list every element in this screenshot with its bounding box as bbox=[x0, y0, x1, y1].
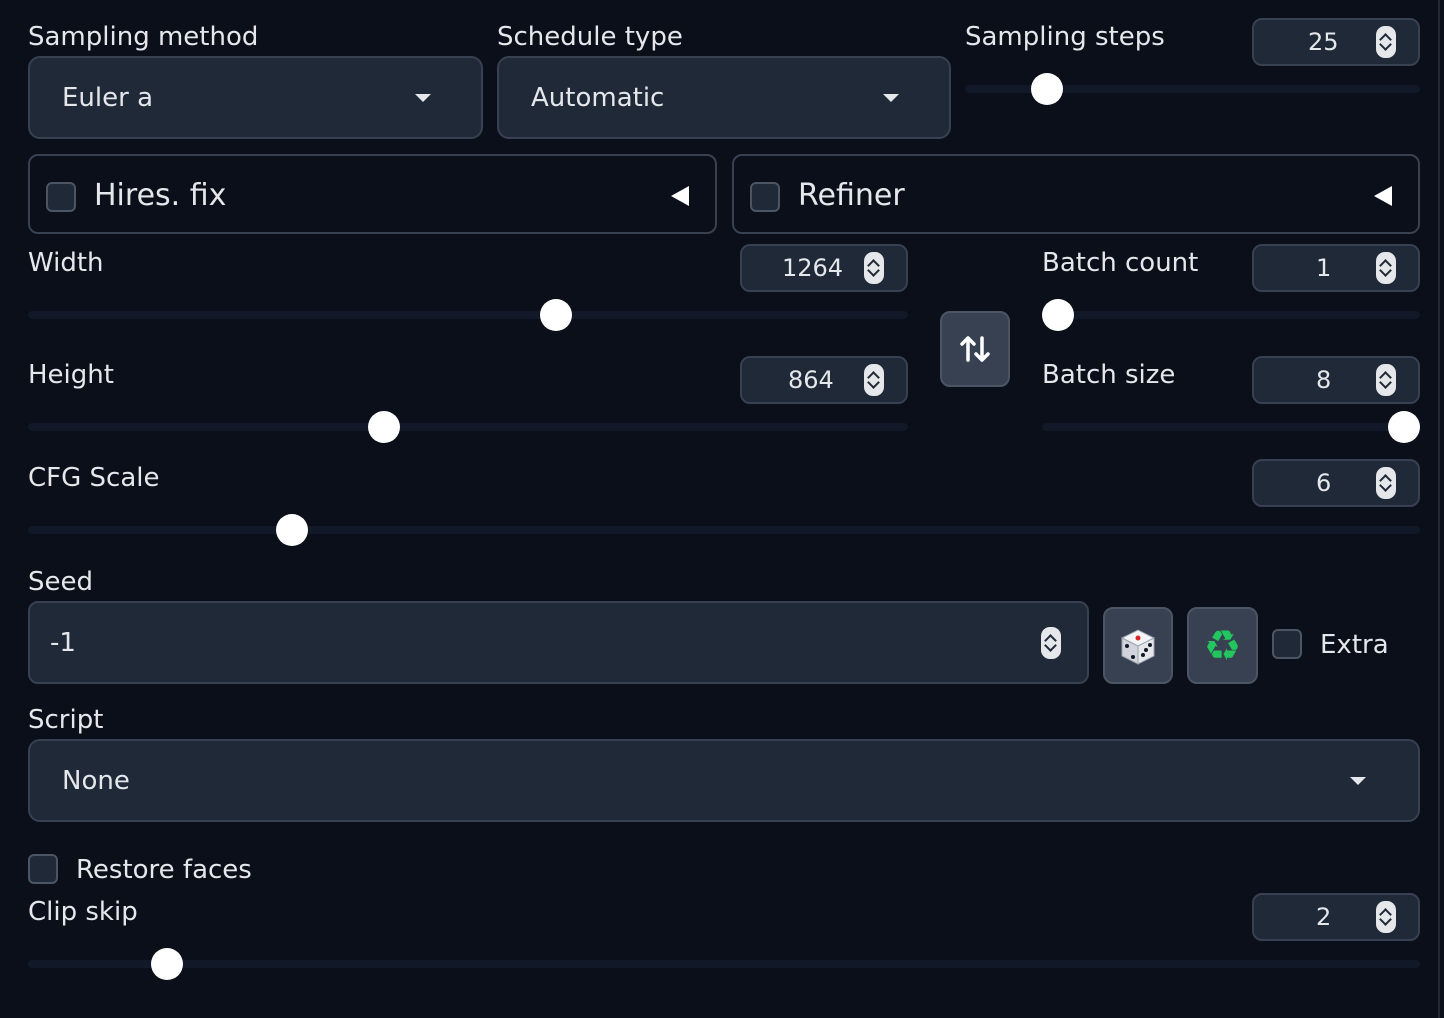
cfg-scale-label: CFG Scale bbox=[28, 463, 160, 493]
refiner-accordion[interactable]: Refiner bbox=[732, 154, 1420, 234]
schedule-type-label: Schedule type bbox=[497, 22, 683, 52]
clip-skip-slider[interactable] bbox=[28, 948, 1420, 980]
width-slider[interactable] bbox=[28, 299, 908, 331]
sampling-steps-input[interactable]: 25 bbox=[1252, 18, 1420, 66]
sampling-steps-slider[interactable] bbox=[965, 73, 1420, 105]
batch-count-slider[interactable] bbox=[1042, 299, 1420, 331]
cfg-scale-slider[interactable] bbox=[28, 514, 1420, 546]
clip-skip-label: Clip skip bbox=[28, 897, 138, 927]
slider-thumb[interactable] bbox=[368, 411, 401, 443]
spinner-icon[interactable] bbox=[1376, 467, 1396, 499]
slider-thumb[interactable] bbox=[540, 299, 572, 331]
batch-count-value: 1 bbox=[1316, 254, 1332, 282]
recycle-icon: ♻ bbox=[1203, 620, 1242, 670]
batch-size-input[interactable]: 8 bbox=[1252, 356, 1420, 404]
width-value: 1264 bbox=[782, 254, 844, 282]
caret-down-icon bbox=[883, 93, 899, 102]
swap-arrows-icon bbox=[960, 336, 990, 362]
caret-down-icon bbox=[1350, 776, 1366, 785]
extra-checkbox[interactable] bbox=[1272, 629, 1302, 659]
batch-count-input[interactable]: 1 bbox=[1252, 244, 1420, 292]
spinner-icon[interactable] bbox=[864, 252, 884, 284]
schedule-type-dropdown[interactable]: Automatic bbox=[497, 56, 951, 139]
sampling-method-value: Euler a bbox=[62, 82, 154, 113]
spinner-icon[interactable] bbox=[1041, 626, 1061, 659]
collapse-triangle-icon[interactable] bbox=[671, 186, 689, 206]
spinner-icon[interactable] bbox=[1376, 901, 1396, 933]
cfg-scale-value: 6 bbox=[1316, 469, 1332, 497]
width-label: Width bbox=[28, 248, 104, 278]
spinner-icon[interactable] bbox=[1376, 252, 1396, 284]
height-slider[interactable] bbox=[28, 411, 908, 443]
script-value: None bbox=[62, 765, 130, 796]
cfg-scale-input[interactable]: 6 bbox=[1252, 459, 1420, 507]
slider-thumb[interactable] bbox=[276, 514, 309, 546]
hires-fix-checkbox[interactable] bbox=[46, 182, 76, 212]
batch-size-label: Batch size bbox=[1042, 360, 1176, 390]
sampling-steps-label: Sampling steps bbox=[965, 22, 1165, 52]
hires-fix-label: Hires. fix bbox=[94, 178, 227, 213]
clip-skip-input[interactable]: 2 bbox=[1252, 893, 1420, 941]
slider-thumb[interactable] bbox=[1030, 73, 1063, 105]
restore-faces-label: Restore faces bbox=[76, 855, 252, 885]
height-label: Height bbox=[28, 360, 114, 390]
reuse-seed-button[interactable]: ♻ bbox=[1187, 607, 1258, 684]
width-input[interactable]: 1264 bbox=[740, 244, 908, 292]
slider-thumb[interactable] bbox=[151, 948, 184, 980]
extra-label: Extra bbox=[1320, 630, 1389, 660]
restore-faces-checkbox[interactable] bbox=[28, 854, 58, 884]
random-seed-button[interactable] bbox=[1103, 607, 1173, 684]
caret-down-icon bbox=[415, 93, 431, 102]
height-input[interactable]: 864 bbox=[740, 356, 908, 404]
seed-label: Seed bbox=[28, 567, 93, 597]
scrollbar-edge bbox=[1438, 0, 1440, 1018]
clip-skip-value: 2 bbox=[1316, 903, 1332, 931]
spinner-icon[interactable] bbox=[864, 364, 884, 396]
sampling-method-dropdown[interactable]: Euler a bbox=[28, 56, 483, 139]
schedule-type-value: Automatic bbox=[531, 82, 665, 113]
batch-count-label: Batch count bbox=[1042, 248, 1199, 278]
batch-size-slider[interactable] bbox=[1042, 411, 1420, 443]
height-value: 864 bbox=[788, 366, 834, 394]
refiner-checkbox[interactable] bbox=[750, 182, 780, 212]
spinner-icon[interactable] bbox=[1376, 26, 1396, 58]
slider-thumb[interactable] bbox=[1388, 411, 1420, 443]
refiner-label: Refiner bbox=[798, 178, 905, 213]
dice-icon bbox=[1120, 628, 1156, 665]
seed-input[interactable]: -1 bbox=[28, 601, 1089, 684]
batch-size-value: 8 bbox=[1316, 366, 1332, 394]
sampling-steps-value: 25 bbox=[1308, 28, 1339, 56]
spinner-icon[interactable] bbox=[1376, 364, 1396, 396]
sampling-method-label: Sampling method bbox=[28, 22, 259, 52]
hires-fix-accordion[interactable]: Hires. fix bbox=[28, 154, 717, 234]
seed-value: -1 bbox=[50, 627, 76, 658]
swap-dimensions-button[interactable] bbox=[940, 311, 1010, 387]
slider-thumb[interactable] bbox=[1042, 299, 1074, 331]
script-label: Script bbox=[28, 705, 104, 735]
script-dropdown[interactable]: None bbox=[28, 739, 1420, 822]
collapse-triangle-icon[interactable] bbox=[1374, 186, 1392, 206]
